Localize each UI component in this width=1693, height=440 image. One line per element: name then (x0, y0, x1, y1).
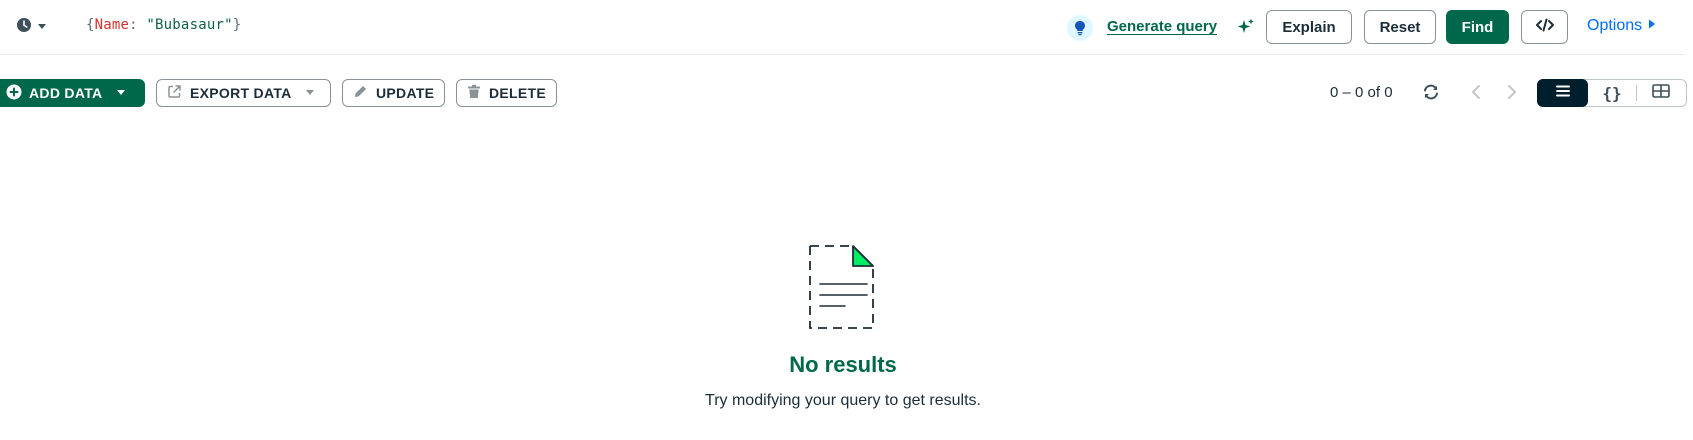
export-to-language-button[interactable] (1521, 10, 1568, 44)
json-view-option[interactable]: {} (1588, 79, 1636, 107)
view-toggle: {} (1537, 79, 1687, 107)
trash-icon (467, 84, 481, 102)
clock-icon (16, 17, 32, 38)
next-page-button[interactable] (1502, 83, 1522, 105)
delete-button[interactable]: DELETE (456, 79, 557, 107)
delete-label: DELETE (489, 85, 547, 101)
generate-query-link[interactable]: Generate query (1107, 18, 1217, 35)
previous-page-button[interactable] (1466, 83, 1486, 105)
refresh-icon (1422, 83, 1440, 106)
list-view-option[interactable] (1537, 79, 1588, 107)
export-icon (167, 84, 182, 102)
add-data-label: ADD DATA (29, 85, 103, 101)
list-icon (1555, 84, 1571, 103)
chevron-left-icon (1470, 83, 1482, 106)
update-label: UPDATE (376, 85, 435, 101)
explain-button[interactable]: Explain (1266, 10, 1352, 44)
caret-down-icon (36, 19, 48, 37)
lightbulb-icon (1067, 15, 1093, 41)
pagination-count: 0 – 0 of 0 (1330, 84, 1393, 101)
empty-state-subtitle: Try modifying your query to get results. (705, 392, 981, 409)
plus-circle-icon (6, 84, 22, 103)
query-open-brace: { (86, 17, 95, 33)
caret-down-icon (304, 85, 316, 101)
query-field-key: Name (94, 17, 130, 33)
find-button[interactable]: Find (1446, 10, 1509, 44)
add-data-button[interactable]: ADD DATA (0, 79, 145, 107)
query-input[interactable]: {Name: "Bubasaur"} (86, 17, 241, 33)
query-field-value: "Bubasaur" (146, 17, 233, 33)
empty-state-title: No results (789, 352, 897, 377)
empty-document-icon (807, 244, 879, 335)
refresh-button[interactable] (1420, 83, 1442, 105)
code-icon (1535, 17, 1555, 37)
options-toggle[interactable]: Options (1587, 17, 1657, 35)
caret-right-icon (1647, 17, 1657, 35)
reset-button[interactable]: Reset (1364, 10, 1436, 44)
sparkle-icon (1236, 17, 1256, 42)
update-button[interactable]: UPDATE (342, 79, 445, 107)
curly-braces-icon: {} (1602, 83, 1622, 103)
table-icon (1652, 83, 1670, 103)
export-data-label: EXPORT DATA (190, 85, 292, 101)
chevron-right-icon (1506, 83, 1518, 106)
caret-down-icon (115, 85, 127, 101)
query-history-button[interactable] (16, 17, 48, 38)
query-colon: : (129, 17, 147, 33)
pencil-icon (353, 84, 368, 102)
query-close-brace: } (232, 17, 242, 33)
table-view-option[interactable] (1637, 79, 1685, 107)
query-bar: {Name: "Bubasaur"} Generate query Explai… (0, 0, 1686, 55)
export-data-button[interactable]: EXPORT DATA (156, 79, 331, 107)
options-label: Options (1587, 17, 1643, 34)
